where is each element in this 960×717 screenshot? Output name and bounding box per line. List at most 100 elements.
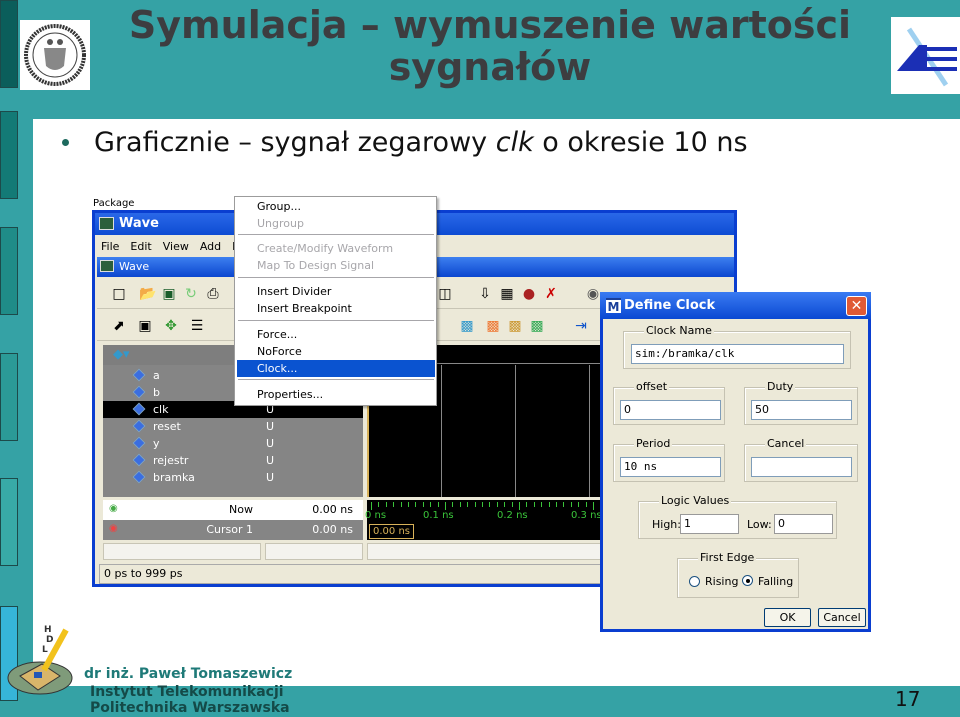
print-icon[interactable]: ⎙ bbox=[205, 286, 221, 302]
ruler-tick bbox=[563, 502, 565, 507]
menu-separator bbox=[238, 234, 434, 236]
dialog-titlebar[interactable]: M Define Clock ✕ bbox=[600, 292, 871, 319]
close-button[interactable]: ✕ bbox=[846, 296, 867, 316]
signal-name: rejestr bbox=[153, 454, 189, 467]
cancel-button[interactable]: Cancel bbox=[818, 608, 866, 627]
first-edge-group: First Edge Rising Falling bbox=[677, 551, 799, 598]
divider-icon[interactable]: ☰ bbox=[189, 318, 205, 334]
grid-line bbox=[515, 365, 516, 497]
ruler-tick bbox=[445, 502, 446, 510]
clock-name-label: Clock Name bbox=[644, 324, 714, 337]
period-label: Period bbox=[634, 437, 673, 450]
ruler-tick bbox=[437, 502, 439, 507]
rising-label[interactable]: Rising bbox=[705, 575, 738, 588]
ruler-tick bbox=[526, 502, 528, 507]
wave-hscrollbar[interactable] bbox=[367, 543, 602, 560]
rising-radio[interactable] bbox=[689, 576, 700, 587]
menu-item-insert-breakpoint[interactable]: Insert Breakpoint bbox=[237, 300, 435, 317]
offset-input[interactable]: 0 bbox=[620, 400, 721, 420]
ruler-tick bbox=[459, 502, 461, 507]
period-input[interactable]: 10 ns bbox=[620, 457, 721, 477]
falling-radio[interactable] bbox=[742, 575, 753, 586]
svg-text:L: L bbox=[42, 645, 48, 655]
signal-name: a bbox=[153, 369, 160, 382]
ruler-tick bbox=[585, 502, 587, 507]
add-wave-icon[interactable]: ▩ bbox=[459, 318, 475, 334]
load-icon[interactable]: ⇩ bbox=[477, 286, 493, 302]
ruler-tick bbox=[408, 502, 409, 507]
calendar-icon[interactable]: ▦ bbox=[499, 286, 515, 302]
menu-item-create-modify-waveform: Create/Modify Waveform bbox=[257, 242, 394, 255]
menu-separator bbox=[238, 379, 434, 381]
menu-add[interactable]: Add bbox=[200, 240, 221, 253]
ruler-tick bbox=[504, 502, 506, 507]
menu-item-noforce[interactable]: NoForce bbox=[237, 343, 435, 360]
delete-breakpoint-icon[interactable]: ✗ bbox=[543, 286, 559, 302]
menu-edit[interactable]: Edit bbox=[130, 240, 151, 253]
signal-value: U bbox=[266, 420, 275, 433]
grid-line bbox=[441, 365, 442, 497]
cancel-input[interactable] bbox=[751, 457, 852, 477]
pan-icon[interactable]: ✥ bbox=[163, 318, 179, 334]
save-icon[interactable]: ▣ bbox=[161, 286, 177, 302]
breakpoint-icon[interactable]: ● bbox=[521, 286, 537, 302]
run-icon[interactable]: ◉ bbox=[585, 286, 601, 302]
duty-input[interactable]: 50 bbox=[751, 400, 852, 420]
ruler-tick bbox=[511, 502, 513, 507]
logic-values-label: Logic Values bbox=[659, 494, 732, 507]
low-input[interactable]: 0 bbox=[774, 514, 833, 534]
menu-item-properties[interactable]: Properties... bbox=[237, 386, 435, 403]
falling-label[interactable]: Falling bbox=[758, 575, 793, 588]
ruler-tick bbox=[541, 502, 543, 507]
add-cursor-icon[interactable]: ◉ bbox=[109, 503, 118, 514]
wave-edit-icon[interactable]: ▩ bbox=[485, 318, 501, 334]
wave-pane-title: Wave bbox=[119, 260, 150, 273]
reload-icon[interactable]: ↻ bbox=[183, 286, 199, 302]
wave-modify-icon[interactable]: ▩ bbox=[507, 318, 523, 334]
zoom-area-icon[interactable]: ▣ bbox=[137, 318, 153, 334]
cursor-time-box[interactable]: 0.00 ns bbox=[369, 524, 414, 539]
sidebar-block-4 bbox=[0, 353, 18, 441]
university-line: Politechnika Warszawska bbox=[90, 700, 290, 716]
svg-text:H: H bbox=[44, 625, 52, 635]
signal-diamond-icon bbox=[132, 436, 146, 450]
new-file-icon[interactable]: □ bbox=[111, 286, 127, 302]
menu-item-clock[interactable]: Clock... bbox=[237, 360, 435, 377]
wave-next-icon[interactable]: ▩ bbox=[529, 318, 545, 334]
find-edge-icon[interactable]: ⇥ bbox=[573, 318, 589, 334]
time-ruler: 0 ns 0.1 ns 0.2 ns 0.3 ns 0.00 ns bbox=[365, 500, 602, 540]
signal-type-icon[interactable]: ◆▾ bbox=[113, 347, 130, 362]
select-pointer-icon[interactable]: ⬈ bbox=[111, 318, 127, 334]
high-input[interactable]: 1 bbox=[680, 514, 739, 534]
signal-name: y bbox=[153, 437, 160, 450]
wave-window-icon bbox=[99, 217, 114, 230]
value-hscrollbar[interactable] bbox=[265, 543, 363, 560]
menu-file[interactable]: File bbox=[101, 240, 119, 253]
cursor-value: 0.00 ns bbox=[263, 520, 363, 540]
wave-title-text: Wave bbox=[119, 216, 159, 231]
menu-item-group[interactable]: Group... bbox=[237, 198, 435, 215]
ruler-tick bbox=[593, 502, 594, 510]
menu-view[interactable]: View bbox=[163, 240, 189, 253]
offset-group: offset 0 bbox=[613, 380, 725, 425]
duty-label: Duty bbox=[765, 380, 796, 393]
signal-name: bramka bbox=[153, 471, 195, 484]
time-label: 0.3 ns bbox=[571, 510, 602, 521]
ruler-tick bbox=[548, 502, 550, 507]
signal-name: clk bbox=[153, 403, 169, 416]
lock-cursor-icon[interactable]: ◉ bbox=[109, 523, 118, 534]
ruler-tick bbox=[519, 502, 520, 510]
signal-diamond-icon bbox=[132, 470, 146, 484]
institute-name: Instytut Telekomunikacji Politechnika Wa… bbox=[90, 684, 290, 716]
svg-text:D: D bbox=[46, 635, 53, 645]
ok-button[interactable]: OK bbox=[764, 608, 811, 627]
menu-item-force[interactable]: Force... bbox=[237, 326, 435, 343]
hierarchy-icon[interactable]: ◫ bbox=[437, 286, 453, 302]
clock-name-input[interactable]: sim:/bramka/clk bbox=[631, 344, 844, 364]
signal-hscrollbar[interactable] bbox=[103, 543, 261, 560]
signal-diamond-icon bbox=[132, 453, 146, 467]
sidebar-block-1 bbox=[0, 0, 18, 88]
menu-item-insert-divider[interactable]: Insert Divider bbox=[237, 283, 435, 300]
open-folder-icon[interactable]: 📂 bbox=[139, 286, 156, 302]
ruler-tick bbox=[393, 502, 395, 507]
